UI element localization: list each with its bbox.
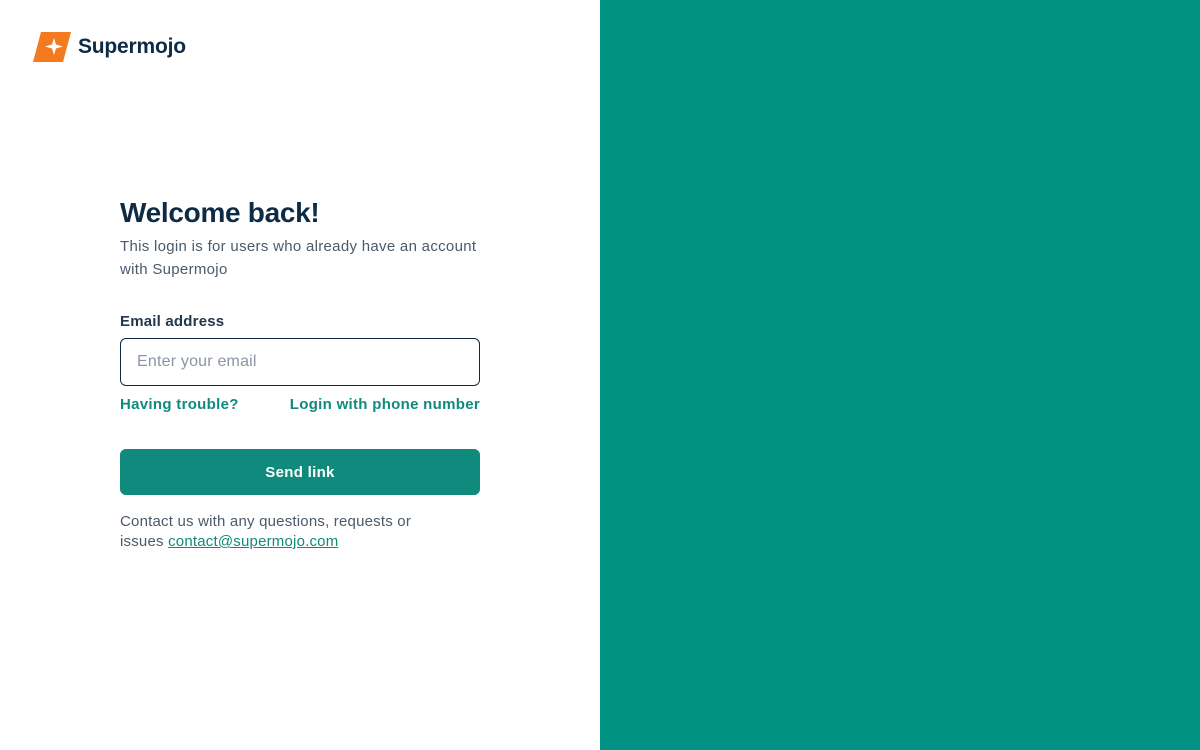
help-links-row: Having trouble? Login with phone number	[120, 395, 480, 415]
email-input[interactable]	[120, 338, 480, 386]
login-form: Welcome back! This login is for users wh…	[120, 196, 480, 552]
login-panel: Supermojo Welcome back! This login is fo…	[0, 0, 600, 750]
phone-login-link[interactable]: Login with phone number	[290, 395, 480, 415]
send-link-button[interactable]: Send link	[120, 449, 480, 495]
brand-name: Supermojo	[78, 35, 186, 58]
brand-side-panel	[600, 0, 1200, 750]
contact-email-link[interactable]: contact@supermojo.com	[168, 533, 338, 550]
supermojo-logo-icon	[33, 32, 71, 62]
contact-note: Contact us with any questions, requests …	[120, 512, 450, 552]
page-subtitle: This login is for users who already have…	[120, 238, 477, 278]
page-title: Welcome back!	[120, 197, 320, 228]
email-label: Email address	[120, 313, 225, 330]
having-trouble-link[interactable]: Having trouble?	[120, 395, 239, 415]
brand-logo-link[interactable]: Supermojo	[32, 31, 186, 63]
